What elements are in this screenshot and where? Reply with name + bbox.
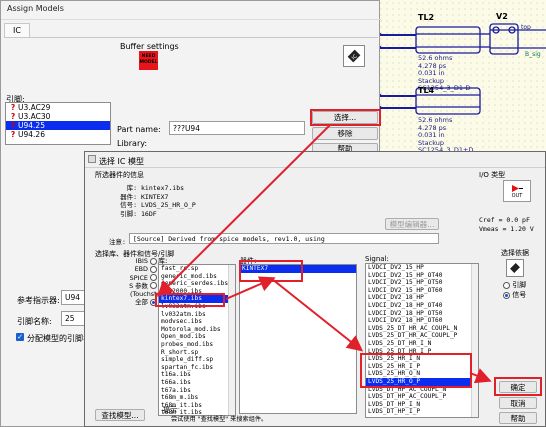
arrow-select-to-library — [157, 124, 331, 297]
arrow-device-to-signal — [271, 278, 364, 352]
arrow-library-to-device — [225, 276, 276, 300]
annotation-arrows — [157, 124, 492, 384]
arrow-signal-to-ok — [469, 368, 492, 384]
